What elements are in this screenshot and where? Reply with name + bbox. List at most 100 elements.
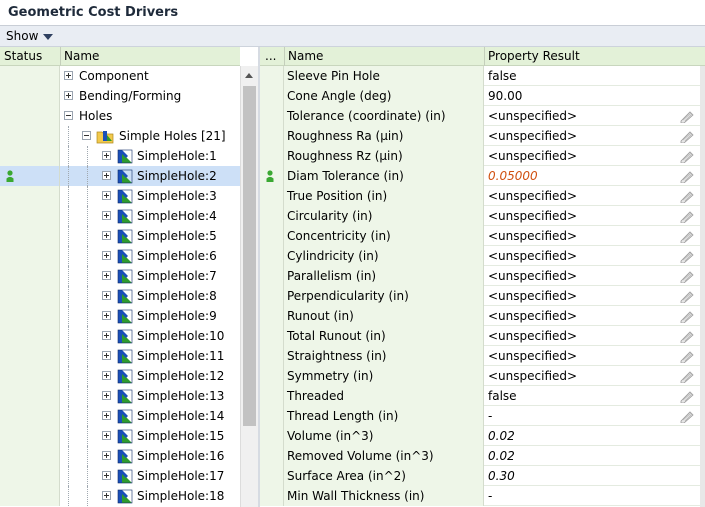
pencil-edit-icon[interactable] (679, 129, 695, 143)
expand-plus-icon[interactable] (102, 271, 111, 280)
pencil-edit-icon[interactable] (679, 269, 695, 283)
property-value[interactable]: <unspecified> (484, 106, 705, 126)
property-row[interactable]: Removed Volume (in^3) 0.02 (260, 446, 705, 466)
expand-plus-icon[interactable] (102, 291, 111, 300)
property-row[interactable]: Tolerance (coordinate) (in) <unspecified> (260, 106, 705, 126)
expand-plus-icon[interactable] (102, 391, 111, 400)
pencil-edit-icon[interactable] (679, 209, 695, 223)
expand-plus-icon[interactable] (102, 251, 111, 260)
property-row[interactable]: Cone Angle (deg) 90.00 (260, 86, 705, 106)
tree-row[interactable]: SimpleHole:15 (0, 426, 240, 446)
property-value[interactable]: <unspecified> (484, 306, 705, 326)
expand-plus-icon[interactable] (102, 331, 111, 340)
properties-vertical-scrollbar[interactable] (700, 66, 705, 507)
column-divider[interactable] (60, 47, 61, 66)
property-value[interactable]: <unspecified> (484, 206, 705, 226)
expand-plus-icon[interactable] (102, 171, 111, 180)
tree-row[interactable]: SimpleHole:10 (0, 326, 240, 346)
expand-plus-icon[interactable] (102, 411, 111, 420)
expand-plus-icon[interactable] (102, 351, 111, 360)
status-column-header[interactable]: Status (4, 49, 42, 63)
property-name-column-header[interactable]: Name (288, 49, 323, 63)
property-row[interactable]: Roughness Rz (µin) <unspecified> (260, 146, 705, 166)
chevron-down-icon[interactable] (43, 34, 53, 40)
property-row[interactable]: True Position (in) <unspecified> (260, 186, 705, 206)
expand-plus-icon[interactable] (102, 311, 111, 320)
pencil-edit-icon[interactable] (679, 169, 695, 183)
property-row[interactable]: Circularity (in) <unspecified> (260, 206, 705, 226)
tree-row[interactable]: SimpleHole:18 (0, 486, 240, 506)
tree-row[interactable]: SimpleHole:7 (0, 266, 240, 286)
pencil-edit-icon[interactable] (679, 389, 695, 403)
property-value[interactable]: - (484, 406, 705, 426)
expand-plus-icon[interactable] (64, 91, 73, 100)
property-result-column-header[interactable]: Property Result (488, 49, 580, 63)
property-value[interactable]: <unspecified> (484, 226, 705, 246)
tree-row[interactable]: Bending/Forming (0, 86, 240, 106)
pencil-edit-icon[interactable] (679, 349, 695, 363)
pencil-edit-icon[interactable] (679, 189, 695, 203)
property-row[interactable]: Min Wall Thickness (in) - (260, 486, 705, 506)
tree-row[interactable]: SimpleHole:16 (0, 446, 240, 466)
tree-row[interactable]: Component (0, 66, 240, 86)
pencil-edit-icon[interactable] (679, 149, 695, 163)
pencil-edit-icon[interactable] (679, 309, 695, 323)
tree-row[interactable]: Holes (0, 106, 240, 126)
tree-row[interactable]: SimpleHole:8 (0, 286, 240, 306)
pencil-edit-icon[interactable] (679, 369, 695, 383)
property-row[interactable]: Cylindricity (in) <unspecified> (260, 246, 705, 266)
property-value[interactable]: 0.05000 (484, 166, 705, 186)
column-divider[interactable] (484, 47, 485, 66)
tree-row[interactable]: SimpleHole:14 (0, 406, 240, 426)
tree-row[interactable]: SimpleHole:5 (0, 226, 240, 246)
property-row[interactable]: Thread Length (in) - (260, 406, 705, 426)
collapse-minus-icon[interactable] (82, 131, 91, 140)
property-row[interactable]: Surface Area (in^2) 0.30 (260, 466, 705, 486)
collapse-minus-icon[interactable] (64, 111, 73, 120)
expand-plus-icon[interactable] (64, 71, 73, 80)
tree-row[interactable]: SimpleHole:2 (0, 166, 240, 186)
tree-row[interactable]: SimpleHole:3 (0, 186, 240, 206)
property-value[interactable]: <unspecified> (484, 366, 705, 386)
tree-row[interactable]: Simple Holes [21] (0, 126, 240, 146)
property-value[interactable]: false (484, 386, 705, 406)
property-value[interactable]: <unspecified> (484, 186, 705, 206)
expand-plus-icon[interactable] (102, 471, 111, 480)
tree-row[interactable]: SimpleHole:4 (0, 206, 240, 226)
property-row[interactable]: Symmetry (in) <unspecified> (260, 366, 705, 386)
property-value[interactable]: <unspecified> (484, 146, 705, 166)
property-row[interactable]: Threaded false (260, 386, 705, 406)
property-value[interactable]: <unspecified> (484, 266, 705, 286)
scrollbar-thumb[interactable] (243, 86, 256, 426)
expand-plus-icon[interactable] (102, 431, 111, 440)
property-row[interactable]: Sleeve Pin Hole false (260, 66, 705, 86)
property-value[interactable]: <unspecified> (484, 326, 705, 346)
gutter-column-header[interactable]: ... (265, 49, 276, 63)
expand-plus-icon[interactable] (102, 191, 111, 200)
pencil-edit-icon[interactable] (679, 329, 695, 343)
property-row[interactable]: Parallelism (in) <unspecified> (260, 266, 705, 286)
property-row[interactable]: Roughness Ra (µin) <unspecified> (260, 126, 705, 146)
expand-plus-icon[interactable] (102, 211, 111, 220)
property-value[interactable]: <unspecified> (484, 126, 705, 146)
pencil-edit-icon[interactable] (679, 229, 695, 243)
expand-plus-icon[interactable] (102, 491, 111, 500)
property-row[interactable]: Total Runout (in) <unspecified> (260, 326, 705, 346)
property-value[interactable]: <unspecified> (484, 246, 705, 266)
expand-plus-icon[interactable] (102, 151, 111, 160)
property-row[interactable]: Perpendicularity (in) <unspecified> (260, 286, 705, 306)
property-value[interactable]: <unspecified> (484, 346, 705, 366)
show-menu-button[interactable]: Show (6, 29, 38, 43)
pencil-edit-icon[interactable] (679, 109, 695, 123)
pencil-edit-icon[interactable] (679, 409, 695, 423)
property-row[interactable]: Straightness (in) <unspecified> (260, 346, 705, 366)
property-row[interactable]: Volume (in^3) 0.02 (260, 426, 705, 446)
tree-row[interactable]: SimpleHole:6 (0, 246, 240, 266)
property-row[interactable]: Runout (in) <unspecified> (260, 306, 705, 326)
expand-plus-icon[interactable] (102, 371, 111, 380)
property-row[interactable]: Concentricity (in) <unspecified> (260, 226, 705, 246)
tree-row[interactable]: SimpleHole:17 (0, 466, 240, 486)
tree-row[interactable]: SimpleHole:1 (0, 146, 240, 166)
pencil-edit-icon[interactable] (679, 249, 695, 263)
property-value[interactable]: <unspecified> (484, 286, 705, 306)
